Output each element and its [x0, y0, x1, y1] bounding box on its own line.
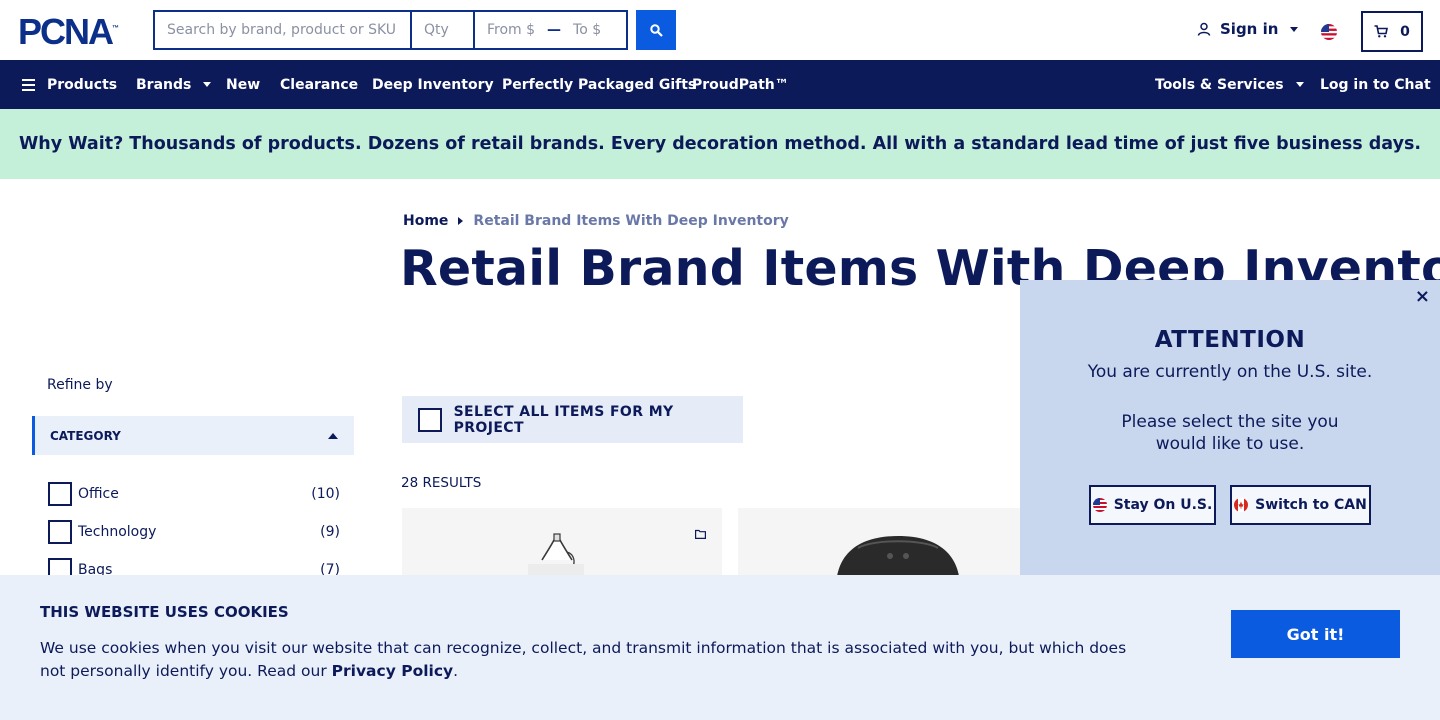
cart-count: 0 — [1400, 23, 1410, 40]
switch-to-can-label: Switch to CAN — [1255, 497, 1367, 513]
category-filter-header[interactable]: CATEGORY — [32, 416, 354, 455]
category-office[interactable]: Office (10) — [48, 482, 340, 506]
select-all-label: SELECT ALL ITEMS FOR MY PROJECT — [453, 403, 674, 436]
select-all-checkbox[interactable] — [418, 407, 442, 432]
select-all-bar[interactable]: SELECT ALL ITEMS FOR MY PROJECT — [402, 396, 743, 443]
breadcrumb-home[interactable]: Home — [403, 213, 448, 229]
nav-products[interactable]: Products — [22, 60, 117, 109]
cookie-banner: THIS WEBSITE USES COOKIES We use cookies… — [0, 575, 1440, 720]
price-to-input[interactable]: To $ — [573, 22, 601, 38]
cookie-text: We use cookies when you visit our websit… — [40, 639, 1127, 680]
user-icon — [1197, 22, 1211, 36]
nav-new[interactable]: New — [226, 60, 260, 109]
main-nav: Products Brands New Clearance Deep Inven… — [0, 60, 1440, 109]
nav-clearance[interactable]: Clearance — [280, 60, 358, 109]
price-range: From $ — To $ — [475, 12, 626, 48]
cart-button[interactable]: 0 — [1361, 11, 1423, 52]
site-header: PCNA™ Search by brand, product or SKU Qt… — [0, 0, 1440, 60]
search-placeholder: Search by brand, product or SKU — [167, 22, 397, 38]
us-flag-icon[interactable] — [1321, 24, 1337, 40]
nav-packaged-gifts[interactable]: Perfectly Packaged Gifts — [502, 60, 696, 109]
nav-brands[interactable]: Brands — [136, 60, 212, 109]
category-header-label: CATEGORY — [50, 428, 121, 443]
switch-to-can-button[interactable]: Switch to CAN — [1230, 485, 1371, 525]
close-icon[interactable]: × — [1415, 288, 1430, 306]
cart-icon — [1374, 25, 1389, 38]
category-label: Technology — [78, 524, 157, 540]
search-input[interactable]: Search by brand, product or SKU — [155, 12, 412, 48]
nav-deep-inventory[interactable]: Deep Inventory — [372, 60, 494, 109]
menu-icon — [22, 78, 35, 91]
nav-proudpath[interactable]: ProudPath™ — [692, 60, 789, 109]
chevron-down-icon — [1295, 82, 1304, 87]
chevron-right-icon — [458, 217, 464, 225]
range-dash: — — [547, 22, 562, 38]
pcna-logo[interactable]: PCNA™ — [18, 14, 120, 50]
us-flag-icon — [1092, 498, 1107, 512]
modal-heading: ATTENTION — [1154, 327, 1306, 353]
refine-by-label: Refine by — [47, 377, 113, 393]
search-button[interactable] — [636, 10, 676, 50]
stay-on-us-label: Stay On U.S. — [1113, 497, 1213, 513]
category-label: Office — [78, 486, 119, 502]
nav-chat-login[interactable]: Log in to Chat — [1320, 60, 1431, 109]
promo-banner: Why Wait? Thousands of products. Dozens … — [0, 109, 1440, 179]
chevron-down-icon — [203, 82, 212, 87]
category-count: (9) — [320, 524, 340, 540]
promo-banner-text: Why Wait? Thousands of products. Dozens … — [18, 134, 1422, 154]
checkbox[interactable] — [48, 482, 72, 506]
breadcrumb-current: Retail Brand Items With Deep Inventory — [473, 213, 789, 229]
qty-placeholder: Qty — [424, 22, 449, 38]
logo-trademark: ™ — [112, 25, 120, 32]
cookie-title: THIS WEBSITE USES COOKIES — [40, 603, 289, 621]
accept-cookies-button[interactable]: Got it! — [1231, 610, 1400, 658]
sign-in-menu[interactable]: Sign in — [1197, 20, 1299, 38]
nav-products-label: Products — [47, 76, 118, 93]
nav-tools-label: Tools & Services — [1155, 76, 1284, 93]
sign-in-label: Sign in — [1220, 20, 1279, 38]
nav-brands-label: Brands — [136, 76, 192, 93]
breadcrumb: Home Retail Brand Items With Deep Invent… — [403, 213, 789, 229]
nav-tools-services[interactable]: Tools & Services — [1155, 60, 1304, 109]
qty-input[interactable]: Qty — [412, 12, 475, 48]
modal-instruction-text: Please select the site you would like to… — [1121, 412, 1339, 454]
category-count: (10) — [311, 486, 340, 502]
chevron-down-icon — [1290, 26, 1299, 32]
modal-current-site-text: You are currently on the U.S. site. — [1087, 362, 1373, 382]
search-bar: Search by brand, product or SKU Qty From… — [153, 10, 628, 50]
results-count: 28 RESULTS — [401, 475, 482, 491]
cookie-text-end: . — [453, 662, 459, 680]
site-selector-modal: × ATTENTION You are currently on the U.S… — [1020, 280, 1440, 580]
search-icon — [649, 23, 663, 37]
price-from-input[interactable]: From $ — [487, 22, 535, 38]
category-technology[interactable]: Technology (9) — [48, 520, 340, 544]
stay-on-us-button[interactable]: Stay On U.S. — [1089, 485, 1216, 525]
add-to-project-icon[interactable] — [695, 524, 706, 543]
cookie-message: We use cookies when you visit our websit… — [40, 637, 1140, 683]
logo-text: PCNA — [18, 11, 114, 52]
checkbox[interactable] — [48, 520, 72, 544]
canada-flag-icon — [1234, 498, 1249, 512]
chevron-up-icon — [328, 432, 338, 439]
privacy-policy-link[interactable]: Privacy Policy — [332, 662, 454, 680]
